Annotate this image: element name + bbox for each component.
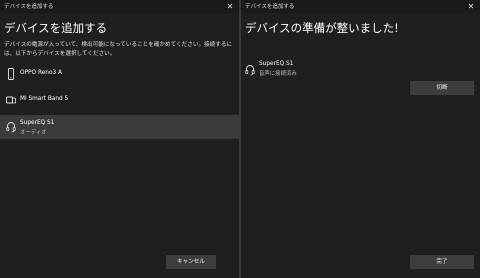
headset-icon (6, 121, 16, 133)
add-device-window-right: デバイスを追加する ✕ デバイスの準備が整いました! SuperEQ S1 音声… (241, 0, 480, 278)
device-icon (6, 94, 16, 106)
title-bar: デバイスを追加する ✕ (241, 0, 480, 13)
connected-device: SuperEQ S1 音声に接続済み (241, 58, 480, 82)
window-title: デバイスを追加する (4, 4, 54, 10)
device-item-mi-band[interactable]: Mi Smart Band 5 (0, 88, 239, 112)
device-type: オーディオ (20, 130, 47, 136)
disconnect-button[interactable]: 切断 (410, 81, 474, 95)
page-title: デバイスの準備が整いました! (245, 21, 399, 35)
device-name: Mi Smart Band 5 (20, 96, 69, 102)
title-bar: デバイスを追加する ✕ (0, 0, 239, 13)
device-name: SuperEQ S1 (259, 61, 294, 67)
cancel-button[interactable]: キャンセル (166, 255, 216, 269)
device-name: SuperEQ S1 (20, 120, 55, 126)
headset-icon (245, 64, 255, 76)
phone-icon (6, 68, 16, 80)
connection-status: 音声に接続済み (259, 71, 297, 77)
instructions-text: デバイスの電源が入っていて、検出可能になっていることを確かめてください。接続する… (4, 42, 233, 57)
device-item-oppo[interactable]: OPPO Reno3 A (0, 62, 239, 86)
add-device-window-left: デバイスを追加する ✕ デバイスを追加する デバイスの電源が入っていて、検出可能… (0, 0, 239, 278)
window-title: デバイスを追加する (245, 4, 295, 10)
close-icon[interactable]: ✕ (221, 0, 239, 13)
device-name: OPPO Reno3 A (20, 70, 63, 76)
close-icon[interactable]: ✕ (462, 0, 480, 13)
page-title: デバイスを追加する (4, 21, 108, 35)
done-button[interactable]: 完了 (410, 255, 474, 269)
device-item-supereq[interactable]: SuperEQ S1 オーディオ (0, 115, 239, 139)
